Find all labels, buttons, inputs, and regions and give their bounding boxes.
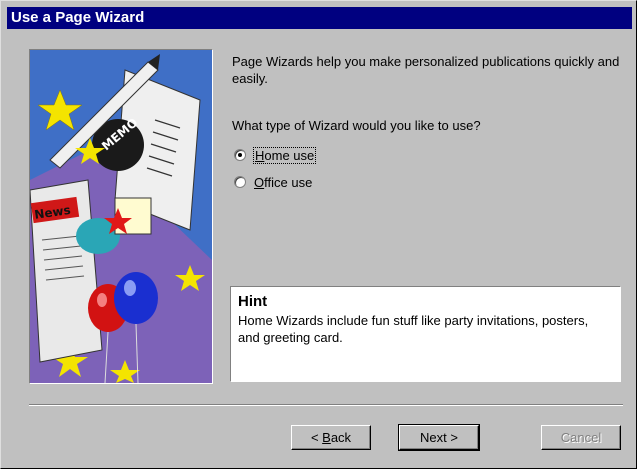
- illustration-art: MEMO News: [30, 50, 212, 383]
- wizard-dialog: Use a Page Wizard MEMO News Page Wizards…: [0, 0, 637, 469]
- question-text: What type of Wizard would you like to us…: [232, 118, 481, 133]
- radio-office-use[interactable]: Office use: [234, 173, 312, 191]
- title-bar: Use a Page Wizard: [7, 7, 632, 29]
- hint-title: Hint: [238, 293, 268, 310]
- next-button[interactable]: Next >: [398, 424, 480, 451]
- radio-label-home[interactable]: Home use: [252, 146, 317, 164]
- button-separator: [29, 404, 623, 406]
- back-button[interactable]: < Back: [291, 425, 371, 450]
- back-button-label: < Back: [310, 430, 352, 445]
- hint-box: Hint Home Wizards include fun stuff like…: [230, 286, 621, 382]
- hint-text: Home Wizards include fun stuff like part…: [238, 313, 589, 345]
- wizard-illustration: MEMO News: [29, 49, 213, 384]
- radio-selected-dot: [238, 153, 242, 157]
- radio-label-office[interactable]: Office use: [254, 175, 312, 190]
- cancel-button[interactable]: Cancel: [541, 425, 621, 450]
- radio-home-use[interactable]: Home use: [234, 146, 317, 164]
- intro-text: Page Wizards help you make personalized …: [232, 54, 620, 86]
- cancel-button-label: Cancel: [560, 430, 602, 445]
- window-title: Use a Page Wizard: [11, 9, 145, 26]
- radio-button-home[interactable]: [234, 149, 246, 161]
- next-button-label: Next >: [420, 430, 458, 445]
- radio-button-office[interactable]: [234, 176, 246, 188]
